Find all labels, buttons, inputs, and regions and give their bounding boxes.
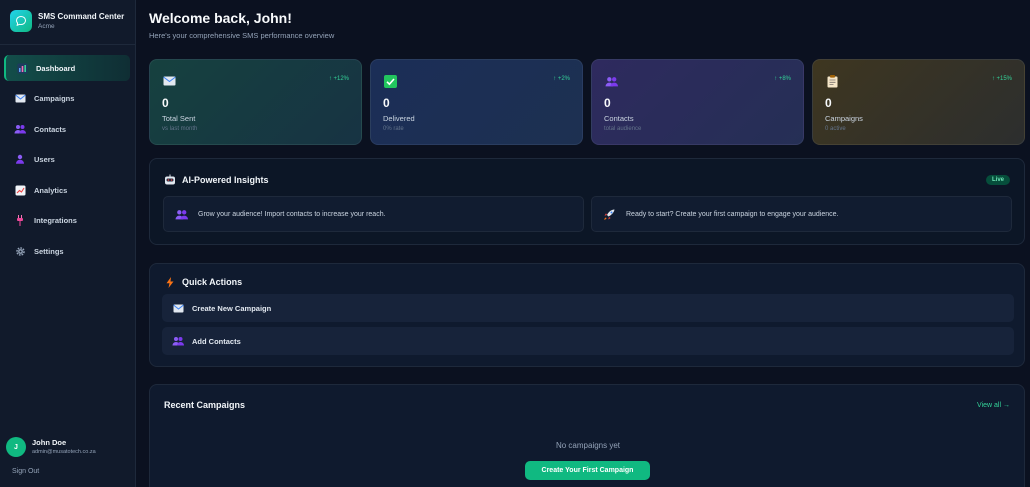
insight-card-grow-audience[interactable]: Grow your audience! Import contacts to i… — [163, 196, 584, 232]
sidebar-item-contacts[interactable]: Contacts — [4, 116, 130, 142]
checkmark-icon — [383, 74, 397, 88]
envelope-icon — [14, 92, 26, 104]
insight-text: Ready to start? Create your first campai… — [626, 210, 839, 218]
brand-name: SMS Command Center — [38, 12, 125, 21]
envelope-icon — [162, 74, 176, 88]
brand[interactable]: SMS Command Center Acme — [10, 10, 130, 34]
insights-title: AI-Powered Insights — [164, 174, 269, 186]
stat-subtext: 0% rate — [383, 126, 404, 132]
envelope-icon — [172, 302, 184, 314]
quick-action-label: Create New Campaign — [192, 303, 272, 313]
gear-icon — [14, 245, 26, 257]
sidebar-item-campaigns[interactable]: Campaigns — [4, 85, 130, 111]
sidebar-item-analytics[interactable]: Analytics — [4, 177, 130, 203]
quick-action-label: Add Contacts — [192, 336, 241, 346]
stat-label: Delivered — [383, 114, 415, 123]
rocket-icon — [602, 207, 616, 221]
recent-campaigns-title: Recent Campaigns — [164, 400, 246, 410]
stat-card-delivered[interactable]: ↑ +2% 0 Delivered 0% rate — [370, 59, 583, 145]
stat-card-campaigns[interactable]: ↑ +15% 0 Campaigns 0 active — [812, 59, 1025, 145]
stat-label: Total Sent — [162, 114, 196, 123]
brand-org: Acme — [38, 23, 55, 30]
stat-value: 0 — [825, 96, 832, 110]
sidebar-item-label: Users — [34, 154, 55, 164]
sidebar-item-label: Campaigns — [34, 93, 75, 103]
stat-subtext: vs last month — [162, 126, 198, 132]
live-badge: Live — [985, 175, 1010, 185]
user-name: John Doe — [32, 438, 67, 447]
avatar: J — [6, 437, 26, 457]
stat-label: Campaigns — [825, 114, 863, 123]
sidebar-item-label: Integrations — [34, 215, 77, 225]
stat-value: 0 — [162, 96, 169, 110]
trend-badge: ↑ +2% — [553, 76, 570, 82]
lightning-icon — [164, 276, 176, 288]
recent-campaigns-panel: Recent Campaigns View all → No campaigns… — [149, 384, 1025, 487]
sidebar-item-users[interactable]: Users — [4, 146, 130, 172]
stat-subtext: 0 active — [825, 126, 846, 132]
people-icon — [174, 207, 188, 221]
sidebar-item-label: Contacts — [34, 124, 67, 134]
page-title: Welcome back, John! — [149, 10, 292, 26]
sidebar-divider — [0, 44, 136, 45]
sidebar-item-label: Dashboard — [36, 63, 76, 73]
people-icon — [604, 74, 618, 88]
robot-icon — [164, 174, 176, 186]
people-icon — [14, 123, 26, 135]
stat-label: Contacts — [604, 114, 634, 123]
person-icon — [14, 153, 26, 165]
sidebar-item-label: Analytics — [34, 185, 68, 195]
sidebar: SMS Command Center Acme Dashboard Campai… — [0, 0, 136, 487]
stat-card-total-sent[interactable]: ↑ +12% 0 Total Sent vs last month — [149, 59, 362, 145]
quick-actions-panel: Quick Actions Create New Campaign Add Co… — [149, 263, 1025, 367]
insights-title-text: AI-Powered Insights — [182, 175, 269, 185]
add-contacts-button[interactable]: Add Contacts — [162, 327, 1014, 355]
quick-actions-title-text: Quick Actions — [182, 277, 243, 287]
user-email: admin@musatotech.co.za — [32, 449, 96, 455]
user-profile[interactable]: J John Doe admin@musatotech.co.za — [6, 436, 132, 458]
stat-card-contacts[interactable]: ↑ +8% 0 Contacts total audience — [591, 59, 804, 145]
ai-insights-panel: AI-Powered Insights Live Grow your audie… — [149, 158, 1025, 245]
insight-text: Grow your audience! Import contacts to i… — [198, 210, 386, 218]
view-all-link[interactable]: View all → — [977, 402, 1010, 409]
sidebar-item-label: Settings — [34, 246, 64, 256]
trend-badge: ↑ +12% — [328, 76, 349, 82]
create-new-campaign-button[interactable]: Create New Campaign — [162, 294, 1014, 322]
trend-badge: ↑ +15% — [991, 76, 1012, 82]
empty-state-text: No campaigns yet — [555, 441, 621, 450]
sidebar-item-dashboard[interactable]: Dashboard — [4, 55, 130, 81]
create-first-campaign-button[interactable]: Create Your First Campaign — [525, 461, 650, 480]
sidebar-item-settings[interactable]: Settings — [4, 238, 130, 264]
sign-out-link[interactable]: Sign Out — [12, 468, 39, 475]
clipboard-icon — [825, 74, 839, 88]
stat-value: 0 — [604, 96, 611, 110]
stat-value: 0 — [383, 96, 390, 110]
stat-subtext: total audience — [604, 126, 642, 132]
quick-actions-title: Quick Actions — [164, 276, 242, 288]
plug-icon — [14, 214, 26, 226]
page-subtitle: Here's your comprehensive SMS performanc… — [149, 31, 335, 40]
bar-chart-icon — [16, 62, 28, 74]
line-chart-icon — [14, 184, 26, 196]
chat-bubble-icon — [10, 10, 32, 32]
people-icon — [172, 335, 184, 347]
sidebar-item-integrations[interactable]: Integrations — [4, 207, 130, 233]
trend-badge: ↑ +8% — [774, 76, 791, 82]
insight-card-first-campaign[interactable]: Ready to start? Create your first campai… — [591, 196, 1012, 232]
